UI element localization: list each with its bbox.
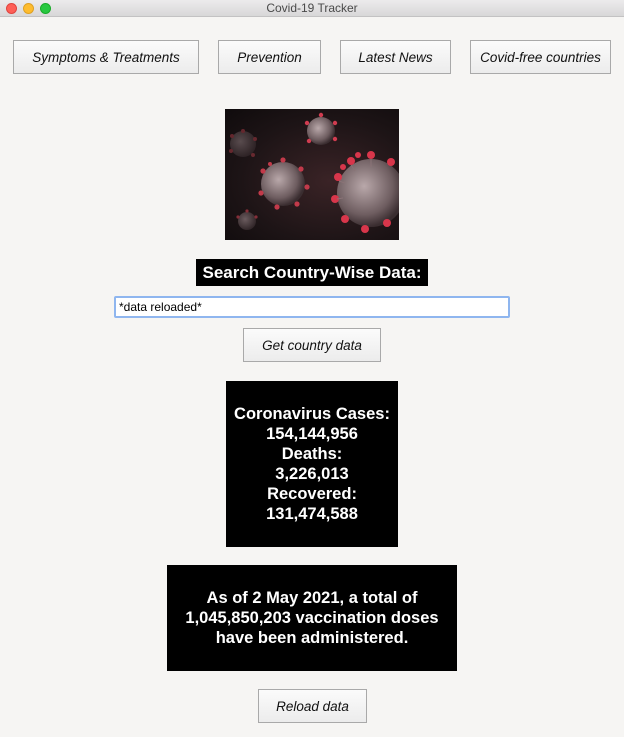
global-stats-panel: Coronavirus Cases: 154,144,956 Deaths: 3…: [226, 381, 398, 547]
window-title: Covid-19 Tracker: [266, 1, 358, 15]
vaccination-text: As of 2 May 2021, a total of 1,045,850,2…: [185, 589, 439, 647]
covid-free-countries-button[interactable]: Covid-free countries: [470, 40, 611, 74]
search-section-title: Search Country-Wise Data:: [196, 259, 428, 286]
vaccination-panel: As of 2 May 2021, a total of 1,045,850,2…: [167, 565, 457, 671]
coronavirus-image: [225, 109, 399, 240]
deaths-value: 3,226,013: [275, 465, 349, 483]
prevention-button[interactable]: Prevention: [218, 40, 321, 74]
get-country-data-button[interactable]: Get country data: [243, 328, 381, 362]
country-search-input[interactable]: [114, 296, 510, 318]
cases-label: Coronavirus Cases:: [234, 405, 390, 423]
recovered-value: 131,474,588: [266, 505, 358, 523]
window-titlebar: Covid-19 Tracker: [0, 0, 624, 17]
coronavirus-illustration: [229, 112, 399, 233]
latest-news-button[interactable]: Latest News: [340, 40, 451, 74]
recovered-label: Recovered:: [267, 485, 357, 503]
reload-data-button[interactable]: Reload data: [258, 689, 367, 723]
symptoms-treatments-button[interactable]: Symptoms & Treatments: [13, 40, 199, 74]
deaths-label: Deaths:: [281, 445, 343, 463]
cases-value: 154,144,956: [266, 425, 358, 443]
